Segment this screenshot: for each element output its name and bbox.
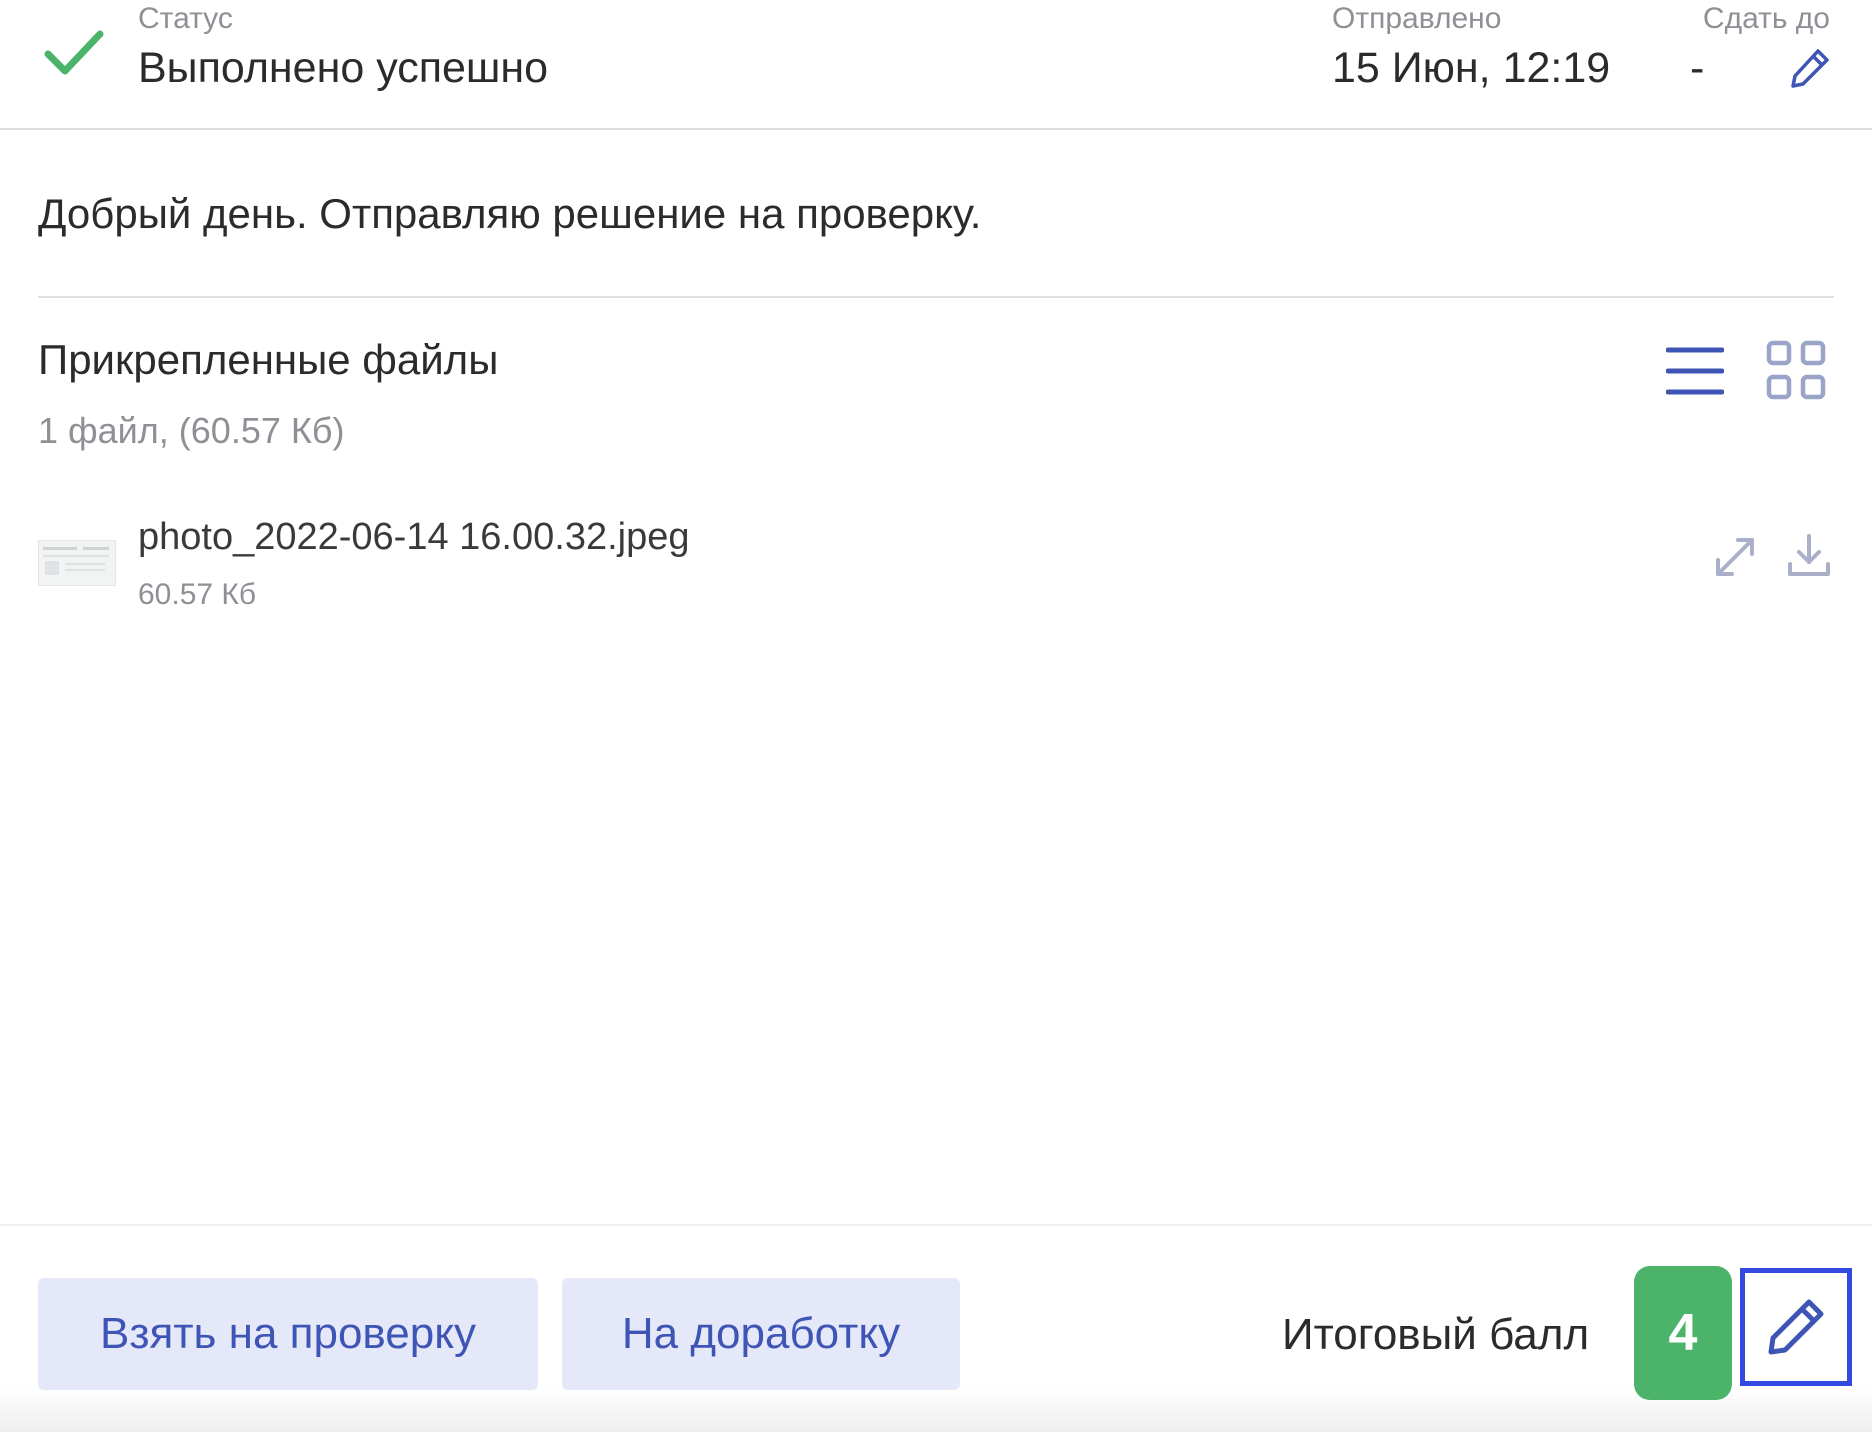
file-size: 60.57 Кб <box>138 578 257 611</box>
download-icon[interactable] <box>1784 530 1834 580</box>
file-list-item[interactable]: photo_2022-06-14 16.00.32.jpeg 60.57 Кб <box>38 512 1834 622</box>
pencil-icon <box>1768 1299 1824 1355</box>
files-title: Прикрепленные файлы <box>38 336 499 383</box>
final-score-label: Итоговый балл <box>1282 1310 1590 1359</box>
edit-score-button[interactable] <box>1740 1268 1852 1386</box>
file-name[interactable]: photo_2022-06-14 16.00.32.jpeg <box>138 516 689 559</box>
review-footer: Взять на проверку На доработку Итоговый … <box>0 1224 1872 1432</box>
final-score-badge: 4 <box>1634 1266 1732 1400</box>
files-summary: 1 файл, (60.57 Кб) <box>38 410 345 451</box>
sent-value: 15 Июн, 12:19 <box>1332 44 1611 92</box>
status-label: Статус <box>138 2 233 35</box>
sent-label: Отправлено <box>1332 2 1502 35</box>
file-thumbnail[interactable] <box>38 540 116 586</box>
grid-view-icon[interactable] <box>1766 340 1826 400</box>
status-value: Выполнено успешно <box>138 44 549 92</box>
list-view-icon[interactable] <box>1666 342 1724 400</box>
due-label: Сдать до <box>1702 2 1830 35</box>
check-icon <box>44 30 104 75</box>
expand-icon[interactable] <box>1710 532 1760 582</box>
divider <box>38 296 1834 298</box>
submission-header: Статус Выполнено успешно Отправлено 15 И… <box>0 0 1872 130</box>
send-for-rework-button[interactable]: На доработку <box>562 1278 960 1390</box>
pencil-icon[interactable] <box>1788 46 1832 90</box>
submission-message: Добрый день. Отправляю решение на провер… <box>38 190 982 237</box>
submission-panel: Статус Выполнено успешно Отправлено 15 И… <box>0 0 1872 1432</box>
take-for-review-button[interactable]: Взять на проверку <box>38 1278 538 1390</box>
due-value: - <box>1690 44 1705 92</box>
